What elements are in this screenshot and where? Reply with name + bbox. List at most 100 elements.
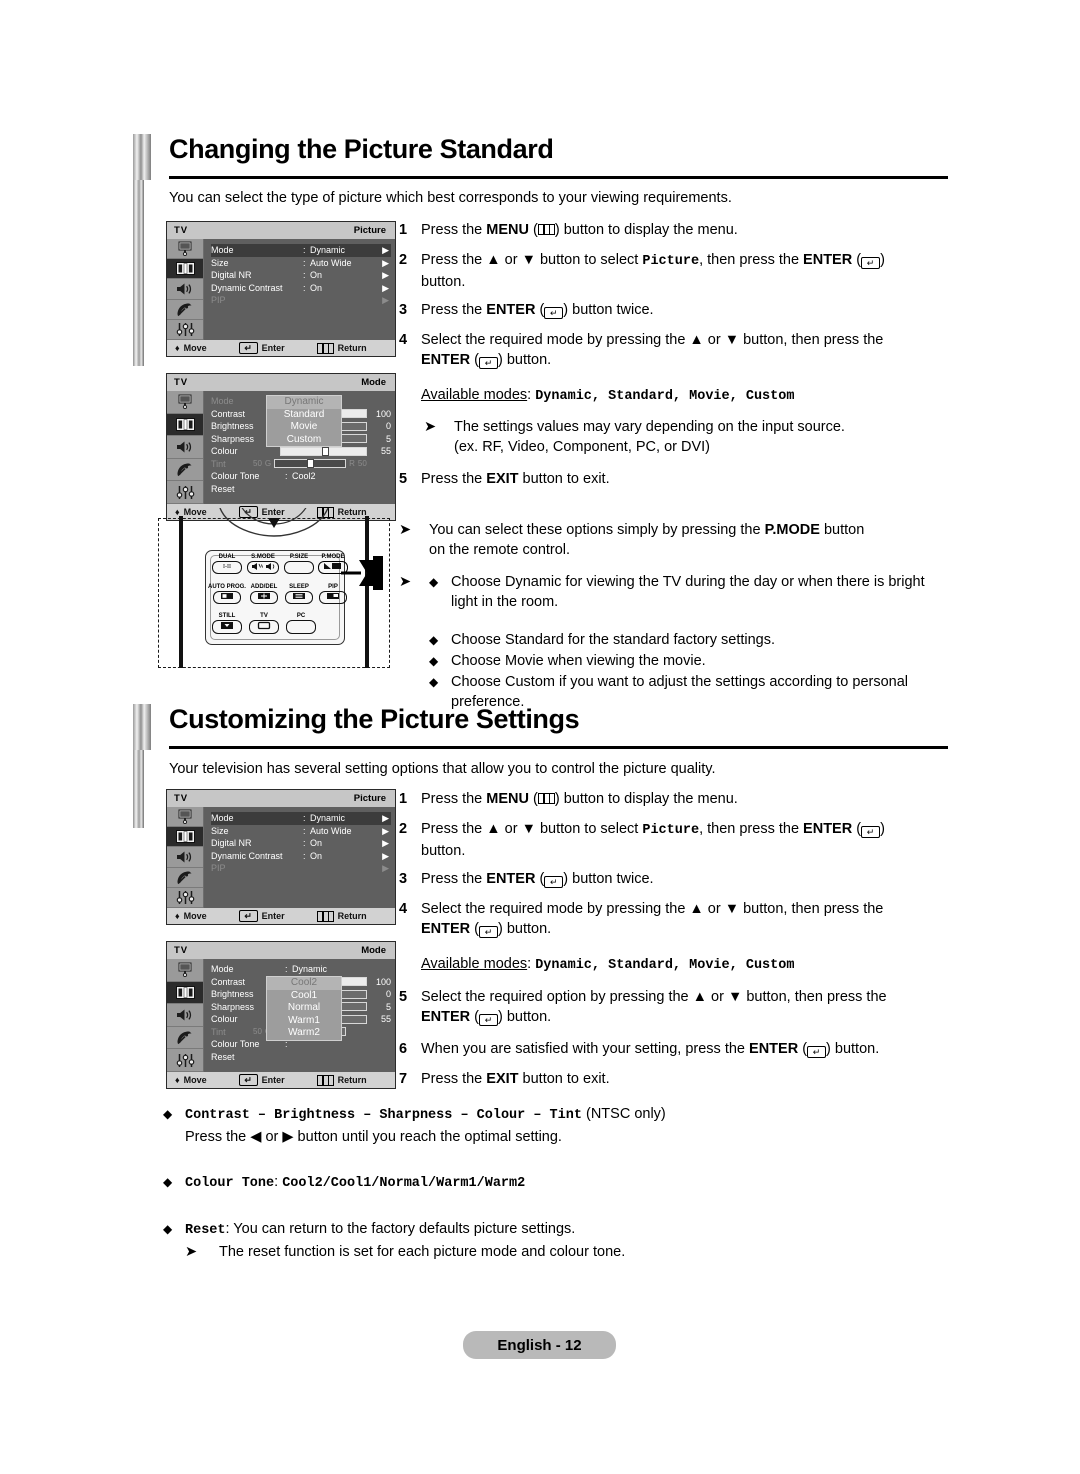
- osd-icon-rail: [167, 959, 204, 1072]
- remote-key-pip[interactable]: PIP: [319, 584, 347, 604]
- diamond-bullet-icon: ◆: [429, 654, 439, 668]
- speaker-icon[interactable]: [167, 847, 203, 868]
- bottom-bullets: ◆ Contrast – Brightness – Sharpness – Co…: [163, 1104, 953, 1263]
- enter-icon: ↵: [544, 876, 564, 888]
- available-modes-label: Available modes: [421, 956, 528, 972]
- satellite-icon[interactable]: [167, 1026, 203, 1050]
- enter-keyword: ENTER: [803, 821, 853, 837]
- speaker-icon[interactable]: [167, 279, 203, 300]
- colour-slider[interactable]: [280, 446, 367, 456]
- sharpness-value: 5: [385, 433, 391, 444]
- arrow-bullet-icon: ➤: [185, 1244, 198, 1260]
- exit-keyword: EXIT: [486, 471, 519, 487]
- osd-row-mode[interactable]: Mode : Dynamic: [211, 963, 391, 976]
- remote-key-dual[interactable]: DUAL I-II: [212, 554, 242, 574]
- brightness-value: 0: [385, 421, 391, 432]
- monitor-icon[interactable]: [167, 807, 203, 828]
- available-modes-2: Available modes: Dynamic, Standard, Movi…: [399, 954, 949, 976]
- step-text: Press the ENTER (↵) button twice.: [421, 302, 654, 319]
- step-text: Select the required mode by pressing the…: [421, 901, 884, 938]
- satellite-icon[interactable]: [167, 458, 203, 482]
- step-number: 5: [399, 989, 408, 1005]
- picture-keyword: Picture: [642, 254, 700, 269]
- popup-item-custom[interactable]: Custom: [267, 434, 341, 447]
- osd-row-reset[interactable]: Reset: [211, 483, 391, 496]
- bullet-text: Reset: You can return to the factory def…: [185, 1219, 575, 1241]
- sleep-icon: [285, 591, 313, 604]
- osd-row-size[interactable]: Size : Auto Wide ▶: [211, 257, 391, 270]
- remote-key-smode[interactable]: S.MODE: [247, 554, 279, 574]
- osd-body: Mode : Dynamic ▶ Size : Auto Wide ▶ Digi…: [167, 239, 395, 341]
- row-label: Digital NR: [211, 270, 252, 281]
- available-modes-value: Dynamic, Standard, Movie, Custom: [535, 389, 795, 404]
- osd-row-dynamic-contrast[interactable]: Dynamic Contrast : On ▶: [211, 282, 391, 295]
- setup-icon[interactable]: [167, 1049, 203, 1072]
- remote-key-still[interactable]: STILL: [212, 613, 242, 634]
- diamond-bullet-icon: ◆: [163, 1175, 173, 1189]
- osd-row-dynamic-contrast[interactable]: Dynamic Contrast : On ▶: [211, 850, 391, 863]
- speaker-icon[interactable]: [167, 436, 203, 459]
- osd-row-mode[interactable]: Mode : Dynamic ▶: [211, 244, 391, 257]
- osd-row-reset[interactable]: Reset: [211, 1051, 391, 1064]
- popup-item-dynamic[interactable]: Dynamic: [267, 396, 341, 409]
- remote-key-autoprog[interactable]: AUTO PROG.: [208, 584, 246, 604]
- picture-icon[interactable]: [167, 827, 203, 848]
- osd-row-digital-nr[interactable]: Digital NR : On ▶: [211, 269, 391, 282]
- row-label: Dynamic Contrast: [211, 282, 283, 293]
- row-value: On: [310, 850, 323, 861]
- diamond-bullet-icon: ◆: [429, 633, 439, 647]
- remote-key-pc[interactable]: PC: [286, 613, 316, 634]
- available-modes-1: Available modes: Dynamic, Standard, Movi…: [399, 385, 949, 407]
- popup-item-warm2[interactable]: Warm2: [267, 1027, 341, 1040]
- popup-item-normal[interactable]: Normal: [267, 1002, 341, 1015]
- popup-item-standard[interactable]: Standard: [267, 409, 341, 422]
- bullet-text: Colour Tone: Cool2/Cool1/Normal/Warm1/Wa…: [185, 1172, 525, 1194]
- osd-row-mode[interactable]: Mode : Dynamic ▶: [211, 812, 391, 825]
- diamond-bullet-icon: ◆: [163, 1107, 173, 1121]
- step-2: 2 Press the ▲ or ▼ button to select Pict…: [399, 250, 949, 292]
- remote-key-psize[interactable]: P.SIZE: [284, 554, 314, 574]
- picture-icon[interactable]: [167, 981, 203, 1005]
- satellite-icon[interactable]: [167, 867, 203, 888]
- setup-icon[interactable]: [167, 481, 203, 504]
- step-number: 3: [399, 871, 408, 887]
- popup-item-cool2[interactable]: Cool2: [267, 977, 341, 990]
- osd-row-digital-nr[interactable]: Digital NR : On ▶: [211, 837, 391, 850]
- bullet-plain: :: [274, 1174, 283, 1190]
- popup-item-cool1[interactable]: Cool1: [267, 990, 341, 1003]
- satellite-icon[interactable]: [167, 299, 203, 320]
- osd-title: Mode: [361, 945, 386, 956]
- osd-picture-menu-1: TV Picture Mode: Dynamic ▶ Size: Auto …: [166, 221, 396, 357]
- bullet-mono2: Cool2/Cool1/Normal/Warm1/Warm2: [282, 1176, 526, 1191]
- remote-key-tv[interactable]: TV: [249, 613, 279, 634]
- picture-icon[interactable]: [167, 413, 203, 437]
- page-number-label: English - 12: [497, 1336, 582, 1354]
- step-text: Press the EXIT button to exit.: [421, 1071, 610, 1087]
- remote-key-adddel[interactable]: ADD/DEL: [248, 584, 280, 604]
- available-modes-text: Available modes: Dynamic, Standard, Movi…: [421, 387, 795, 404]
- speaker-icon[interactable]: [167, 1004, 203, 1027]
- monitor-icon[interactable]: [167, 391, 203, 414]
- remote-key-sleep[interactable]: SLEEP: [284, 584, 314, 604]
- row-label: Tint: [211, 458, 226, 469]
- tint-slider: 50 G R 50: [253, 459, 367, 469]
- setup-icon[interactable]: [167, 887, 203, 909]
- step-6: 6 When you are satisfied with your setti…: [399, 1039, 949, 1059]
- arrow-bullet-icon: ➤: [424, 419, 437, 435]
- row-label: Mode: [211, 964, 234, 975]
- osd-row-size[interactable]: Size : Auto Wide ▶: [211, 825, 391, 838]
- popup-item-warm1[interactable]: Warm1: [267, 1015, 341, 1028]
- monitor-icon[interactable]: [167, 239, 203, 260]
- osd-move-label: Move: [183, 911, 207, 921]
- enter-icon: ↵: [479, 357, 499, 369]
- colour-tone-popup-list[interactable]: Cool2 Cool1 Normal Warm1 Warm2: [266, 976, 342, 1041]
- setup-icon[interactable]: [167, 319, 203, 341]
- monitor-icon[interactable]: [167, 959, 203, 982]
- mode-popup-list[interactable]: Dynamic Standard Movie Custom: [266, 395, 342, 448]
- updown-icon: ♦: [175, 342, 180, 353]
- menu-icon: [537, 224, 555, 235]
- osd-row-colour-tone[interactable]: Colour Tone : Cool2: [211, 470, 391, 483]
- picture-icon[interactable]: [167, 259, 203, 280]
- contrast-value: 100: [375, 408, 391, 419]
- popup-item-movie[interactable]: Movie: [267, 421, 341, 434]
